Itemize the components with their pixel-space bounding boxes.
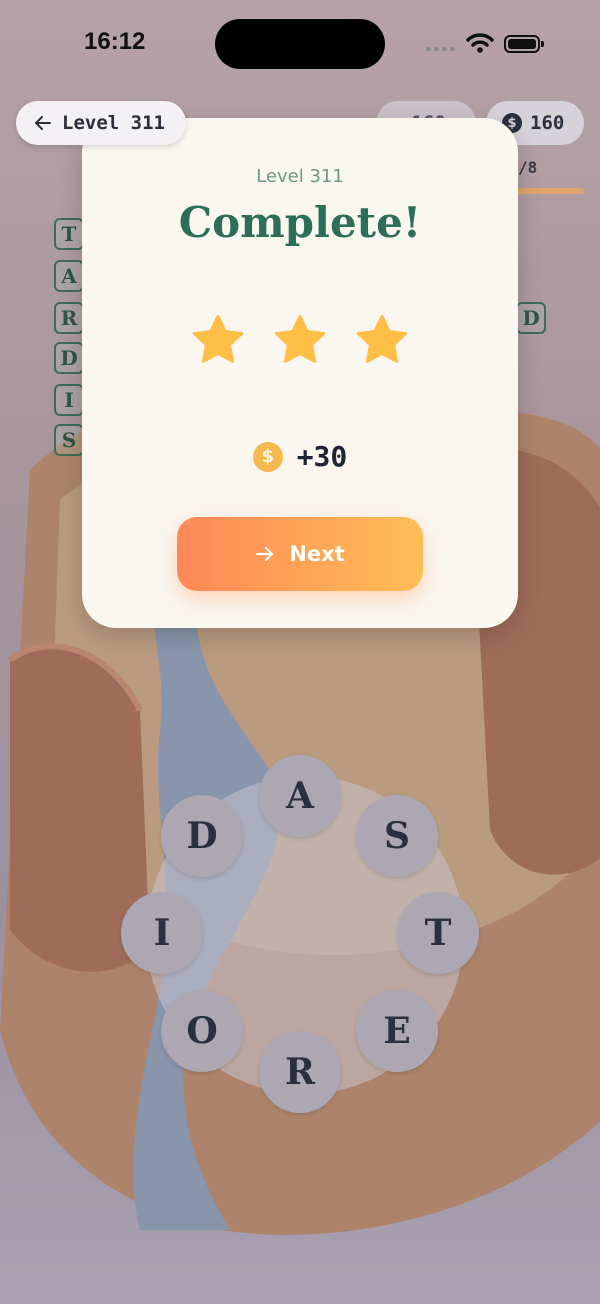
back-label: Level 311 [62,112,165,134]
modal-level-label: Level 311 [256,166,344,187]
wifi-icon [466,33,494,53]
reward-amount: +30 [296,440,348,473]
dynamic-island [215,19,385,69]
back-arrow-icon [35,116,51,130]
coin-reward: $ +30 [82,440,518,473]
level-complete-modal: Level 311 Complete! $ +30 Next [82,118,518,628]
status-time: 16:12 [84,28,146,55]
star-icon [356,314,408,363]
wheel-letter[interactable]: O [161,990,243,1072]
modal-title: Complete! [178,198,422,247]
word-tile: S [54,424,84,456]
coins-count: 160 [530,112,565,134]
coin-icon: $ [252,441,283,472]
next-label: Next [289,542,345,566]
star-icon [274,314,326,363]
word-tile: I [54,384,84,416]
word-tile: D [516,302,546,334]
star-icon [192,314,244,363]
next-arrow-icon [256,546,274,562]
wheel-letter[interactable]: A [259,755,341,837]
word-tile: D [54,342,84,374]
signal-icon [426,47,455,51]
progress-text: /8 [518,158,538,177]
stars-row [82,312,518,368]
wheel-letter[interactable]: R [259,1031,341,1113]
wheel-letter[interactable]: S [356,795,438,877]
battery-icon [504,35,544,53]
word-tile: R [54,302,84,334]
word-tile: T [54,218,84,250]
word-tile: A [54,260,84,292]
wheel-letter[interactable]: T [397,892,479,974]
wheel-letter[interactable]: E [356,990,438,1072]
next-button[interactable]: Next [177,517,423,591]
back-button[interactable]: Level 311 [16,101,186,145]
wheel-letter[interactable]: D [161,795,243,877]
wheel-letter[interactable]: I [121,892,203,974]
